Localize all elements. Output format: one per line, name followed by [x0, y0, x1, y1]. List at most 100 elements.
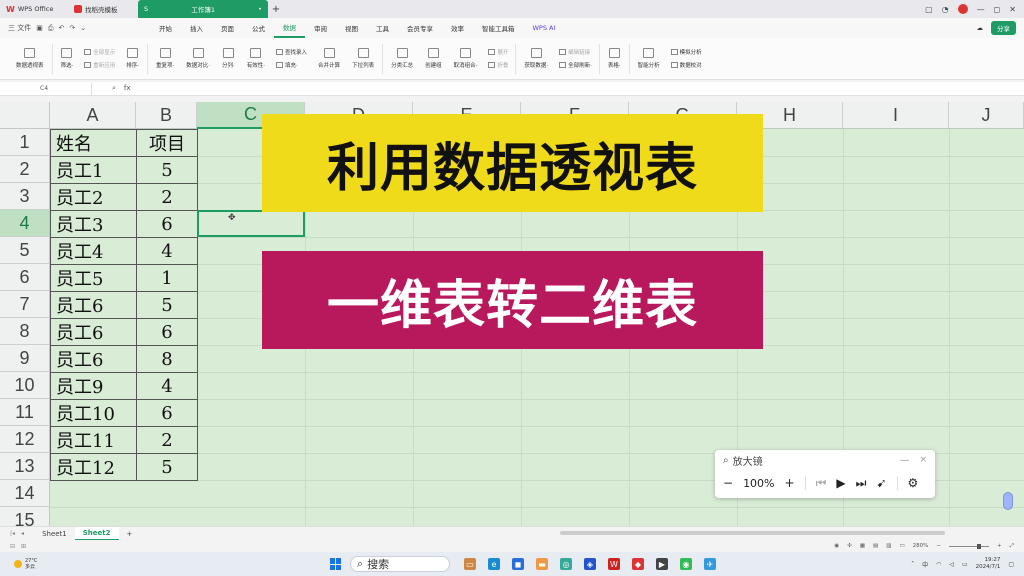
restore-icon[interactable]: ▢ [925, 5, 933, 14]
undo-icon[interactable]: ↶ [58, 24, 64, 32]
cell-b7[interactable]: 5 [136, 291, 198, 319]
column-header-i[interactable]: I [843, 102, 949, 129]
cell-a12[interactable]: 员工11 [50, 426, 137, 454]
app-icon[interactable]: ◼ [512, 558, 524, 570]
cell-a10[interactable]: 员工9 [50, 372, 137, 400]
page-break-icon[interactable]: ▥ [886, 543, 891, 549]
menu-insert[interactable]: 插入 [181, 18, 212, 38]
first-sheet-icon[interactable]: |◂ [10, 530, 15, 537]
expand-button[interactable]: 展开 [488, 48, 508, 56]
share-button[interactable]: 分享 [991, 21, 1016, 35]
cell-b5[interactable]: 4 [136, 237, 198, 265]
tab-workbook[interactable]: S 工作簿1 • [138, 0, 268, 18]
menu-formula[interactable]: 公式 [243, 18, 274, 38]
consolidate-button[interactable]: 合并计算 [312, 48, 346, 69]
row-header-1[interactable]: 1 [0, 129, 50, 156]
skin-icon[interactable]: ◔ [942, 5, 949, 14]
cell-a8[interactable]: 员工6 [50, 318, 137, 346]
cell-a1[interactable]: 姓名 [50, 129, 137, 157]
name-box[interactable]: C4 [0, 82, 92, 95]
cell-a2[interactable]: 员工1 [50, 156, 137, 184]
tab-dot-icon[interactable]: • [258, 5, 262, 13]
menu-view[interactable]: 视图 [336, 18, 367, 38]
reading-view-icon[interactable]: ▭ [899, 543, 904, 549]
row-header-9[interactable]: 9 [0, 345, 50, 372]
zoom-slider[interactable] [948, 543, 989, 549]
menu-wps-ai[interactable]: WPS AI [524, 18, 565, 38]
sort-button[interactable]: 排序· [120, 48, 145, 69]
cell-b13[interactable]: 5 [136, 453, 198, 481]
freeze-icon[interactable]: ✣ [847, 543, 852, 549]
play-icon[interactable]: ▶ [836, 476, 845, 490]
smart-analysis-button[interactable]: 智能分析 [632, 48, 666, 69]
reapply-button[interactable]: 重新应用 [84, 61, 115, 69]
previous-icon[interactable]: ⏮ [816, 476, 827, 491]
cell-b3[interactable]: 2 [136, 183, 198, 211]
close-icon[interactable]: ✕ [1009, 5, 1016, 14]
menu-review[interactable]: 审阅 [305, 18, 336, 38]
create-group-button[interactable]: 创建组 [419, 48, 448, 69]
edge-browser-icon[interactable]: e [488, 558, 500, 570]
pointer-icon[interactable]: ➹ [876, 476, 886, 490]
grid-view-icon[interactable]: ⊞ [21, 543, 26, 550]
battery-icon[interactable]: ▭ [962, 561, 968, 568]
ime-indicator[interactable]: 中 [922, 560, 928, 569]
tab-wps-office[interactable]: W WPS Office [0, 0, 68, 18]
menu-page[interactable]: 页面 [212, 18, 243, 38]
menu-data[interactable]: 数据 [274, 18, 305, 38]
redo-icon[interactable]: ↷ [69, 24, 75, 32]
maximize-icon[interactable]: ◻ [994, 5, 1001, 14]
zoom-in-icon[interactable]: + [997, 543, 1002, 549]
column-header-b[interactable]: B [136, 102, 197, 129]
add-sheet-button[interactable]: + [119, 527, 141, 541]
taskbar-search[interactable]: ⌕ 搜索 [350, 556, 450, 572]
cell-b6[interactable]: 1 [136, 264, 198, 292]
folder-icon[interactable]: ▬ [536, 558, 548, 570]
dropdown-list-button[interactable]: 下拉列表 [346, 48, 380, 69]
menu-smart-toolbox[interactable]: 智能工具箱 [473, 18, 524, 38]
data-proofread-button[interactable]: 数据校对 [670, 61, 702, 69]
cell-a11[interactable]: 员工10 [50, 399, 137, 427]
print-icon[interactable]: ⎙ [48, 24, 54, 33]
cell-b4[interactable]: 6 [136, 210, 198, 238]
table-lookup-button[interactable]: 表格· [602, 48, 627, 69]
row-header-12[interactable]: 12 [0, 426, 50, 453]
zoom-percent[interactable]: 280% [913, 543, 929, 549]
notification-icon[interactable]: ▢ [1008, 561, 1014, 568]
sheet-tab-sheet1[interactable]: Sheet1 [34, 527, 75, 541]
volume-icon[interactable]: ◁ [949, 561, 954, 568]
cell-a4[interactable]: 员工3 [50, 210, 137, 238]
save-icon[interactable]: ▣ [36, 24, 43, 32]
cell-b11[interactable]: 6 [136, 399, 198, 427]
media-icon[interactable]: ▶ [656, 558, 668, 570]
cell-a6[interactable]: 员工5 [50, 264, 137, 292]
select-all-corner[interactable] [0, 102, 50, 129]
row-header-11[interactable]: 11 [0, 399, 50, 426]
column-header-j[interactable]: J [949, 102, 1024, 129]
chrome-icon[interactable]: ◎ [560, 558, 572, 570]
menu-tools[interactable]: 工具 [367, 18, 398, 38]
menu-member[interactable]: 会员专享 [398, 18, 442, 38]
row-header-7[interactable]: 7 [0, 291, 50, 318]
zoom-in-button[interactable]: + [785, 476, 795, 490]
zoom-out-icon[interactable]: − [936, 543, 941, 549]
minimize-icon[interactable]: — [977, 5, 985, 14]
cell-b2[interactable]: 5 [136, 156, 198, 184]
menu-home[interactable]: 开始 [150, 18, 181, 38]
row-header-2[interactable]: 2 [0, 156, 50, 183]
cell-b8[interactable]: 6 [136, 318, 198, 346]
fit-icon[interactable]: ⤢ [1010, 543, 1014, 550]
menu-efficiency[interactable]: 效率 [442, 18, 473, 38]
scroll-handle[interactable] [1003, 492, 1013, 510]
new-tab-button[interactable]: + [268, 4, 284, 15]
get-data-button[interactable]: 获取数据· [518, 48, 554, 69]
cell-a7[interactable]: 员工6 [50, 291, 137, 319]
split-column-button[interactable]: 分列· [216, 48, 241, 69]
cell-b12[interactable]: 2 [136, 426, 198, 454]
row-header-3[interactable]: 3 [0, 183, 50, 210]
file-menu[interactable]: 三 文件 [8, 23, 31, 33]
find-input-button[interactable]: 查找录入 [276, 48, 307, 56]
file-explorer-icon[interactable]: ▭ [464, 558, 476, 570]
cell-b1[interactable]: 项目 [136, 129, 198, 157]
next-icon[interactable]: ⏭ [856, 476, 867, 491]
